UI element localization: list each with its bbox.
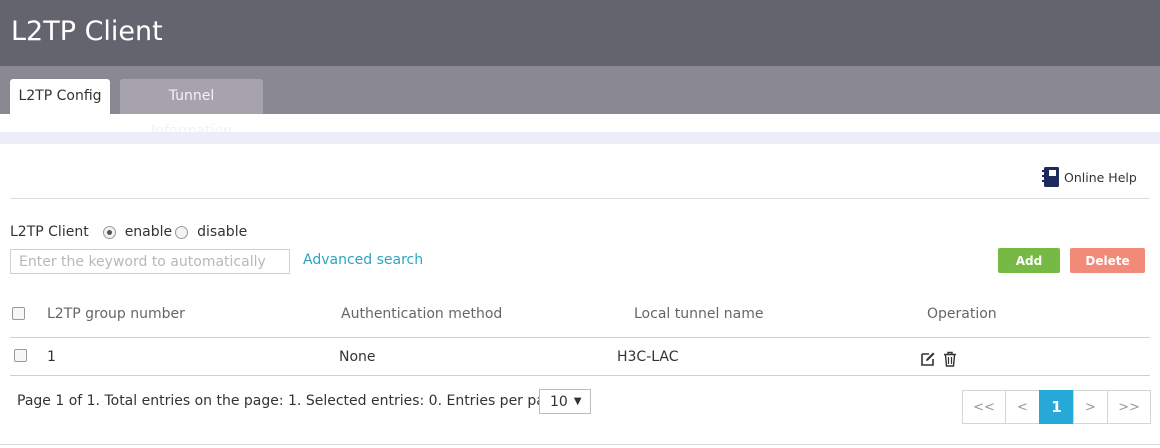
- caret-down-icon: ▼: [573, 396, 582, 407]
- online-help-label: Online Help: [1064, 169, 1137, 185]
- tab-l2tp-config[interactable]: L2TP Config: [10, 79, 110, 114]
- enable-label: enable: [124, 224, 173, 240]
- column-header-authentication: Authentication method: [341, 306, 503, 322]
- section-band: [0, 132, 1160, 144]
- bottom-divider: [0, 444, 1160, 445]
- search-input[interactable]: [10, 249, 290, 274]
- prev-page-button[interactable]: <: [1005, 390, 1040, 424]
- pagination: << < 1 > >>: [962, 390, 1151, 424]
- enable-radio[interactable]: [102, 225, 116, 239]
- delete-icon[interactable]: [942, 351, 958, 367]
- next-page-button[interactable]: >: [1073, 390, 1108, 424]
- first-page-button[interactable]: <<: [962, 390, 1006, 424]
- cell-group-number: 1: [47, 349, 56, 365]
- help-book-icon: [1042, 167, 1059, 187]
- column-header-tunnel-name: Local tunnel name: [634, 306, 764, 322]
- entries-per-page-value: 10: [550, 393, 568, 410]
- last-page-button[interactable]: >>: [1107, 390, 1151, 424]
- column-header-operation: Operation: [927, 306, 997, 322]
- tab-bar: L2TP Config Tunnel Information: [0, 66, 1160, 139]
- advanced-search-link[interactable]: Advanced search: [303, 252, 423, 268]
- page-1-button[interactable]: 1: [1039, 390, 1074, 424]
- tab-tunnel-information[interactable]: Tunnel Information: [120, 79, 263, 139]
- add-button[interactable]: Add: [998, 248, 1060, 273]
- select-all-checkbox[interactable]: [12, 307, 25, 320]
- cell-authentication: None: [339, 349, 376, 365]
- table-row-divider: [10, 375, 1150, 376]
- entries-per-page-select[interactable]: 10 ▼: [539, 389, 591, 414]
- pagination-summary: Page 1 of 1. Total entries on the page: …: [17, 393, 568, 409]
- disable-radio[interactable]: [175, 225, 189, 239]
- page-title: L2TP Client: [11, 16, 163, 47]
- page-header: L2TP Client: [0, 0, 1160, 66]
- cell-tunnel-name: H3C-LAC: [617, 349, 679, 365]
- disable-label: disable: [197, 224, 248, 240]
- table-header-divider: [10, 337, 1150, 338]
- header-divider: [10, 198, 1150, 199]
- l2tp-client-setting: L2TP Client enable disable: [10, 222, 250, 242]
- row-checkbox[interactable]: [14, 349, 27, 362]
- edit-icon[interactable]: [920, 351, 936, 367]
- l2tp-client-label: L2TP Client: [10, 224, 89, 240]
- online-help-link[interactable]: Online Help: [1041, 165, 1137, 189]
- column-header-group-number: L2TP group number: [47, 306, 185, 322]
- delete-button[interactable]: Delete: [1070, 248, 1145, 273]
